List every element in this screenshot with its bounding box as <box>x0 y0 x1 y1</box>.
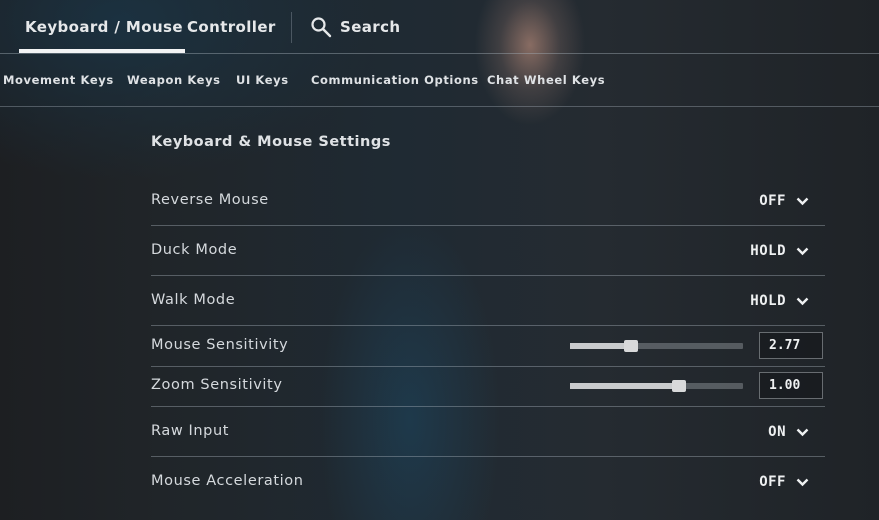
setting-row-raw-input: Raw Input ON <box>151 407 825 457</box>
subtab-chat-wheel-keys[interactable]: Chat Wheel Keys <box>487 54 605 106</box>
setting-row-reverse-mouse: Reverse Mouse OFF <box>151 177 825 226</box>
subtab-movement-keys[interactable]: Movement Keys <box>3 54 114 106</box>
setting-row-duck-mode: Duck Mode HOLD <box>151 226 825 276</box>
tab-keyboard-mouse[interactable]: Keyboard / Mouse <box>19 0 185 53</box>
mouse-sensitivity-input[interactable]: 2.77 <box>759 332 823 359</box>
mouse-acceleration-dropdown[interactable]: OFF <box>759 474 809 490</box>
setting-label: Walk Mode <box>151 292 236 308</box>
dropdown-value: ON <box>768 424 786 440</box>
setting-label: Reverse Mouse <box>151 192 269 208</box>
setting-row-mouse-acceleration: Mouse Acceleration OFF <box>151 457 825 517</box>
chevron-down-icon <box>796 197 809 205</box>
chevron-down-icon <box>796 297 809 305</box>
subtab-weapon-keys[interactable]: Weapon Keys <box>127 54 221 106</box>
setting-row-zoom-sensitivity: Zoom Sensitivity 1.00 <box>151 367 825 407</box>
subtab-communication-options[interactable]: Communication Options <box>311 54 479 106</box>
slider-thumb[interactable] <box>671 380 686 392</box>
nav-divider <box>291 12 292 43</box>
setting-row-walk-mode: Walk Mode HOLD <box>151 276 825 326</box>
tab-controller[interactable]: Controller <box>187 0 276 53</box>
setting-label: Raw Input <box>151 423 230 439</box>
duck-mode-dropdown[interactable]: HOLD <box>750 243 809 259</box>
setting-label: Mouse Acceleration <box>151 473 304 489</box>
setting-label: Duck Mode <box>151 242 238 258</box>
search-label: Search <box>340 17 401 36</box>
setting-label: Mouse Sensitivity <box>151 337 289 353</box>
dropdown-value: OFF <box>759 193 786 209</box>
top-nav: Keyboard / Mouse Controller Search <box>0 0 879 54</box>
dropdown-value: OFF <box>759 474 786 490</box>
slider-fill <box>570 383 679 389</box>
subtab-ui-keys[interactable]: UI Keys <box>236 54 289 106</box>
zoom-sensitivity-slider[interactable] <box>570 380 743 392</box>
section-title: Keyboard & Mouse Settings <box>151 134 391 150</box>
zoom-sensitivity-input[interactable]: 1.00 <box>759 372 823 399</box>
chevron-down-icon <box>796 478 809 486</box>
slider-thumb[interactable] <box>623 340 638 352</box>
chevron-down-icon <box>796 247 809 255</box>
search-icon <box>311 16 332 37</box>
walk-mode-dropdown[interactable]: HOLD <box>750 293 809 309</box>
chevron-down-icon <box>796 428 809 436</box>
reverse-mouse-dropdown[interactable]: OFF <box>759 193 809 209</box>
setting-row-mouse-sensitivity: Mouse Sensitivity 2.77 <box>151 326 825 367</box>
mouse-sensitivity-slider[interactable] <box>570 340 743 352</box>
dropdown-value: HOLD <box>750 293 786 309</box>
dropdown-value: HOLD <box>750 243 786 259</box>
sub-nav: Movement Keys Weapon Keys UI Keys Commun… <box>0 54 879 107</box>
slider-fill <box>570 343 631 349</box>
setting-label: Zoom Sensitivity <box>151 377 283 393</box>
raw-input-dropdown[interactable]: ON <box>768 424 809 440</box>
search-button[interactable]: Search <box>310 0 400 53</box>
